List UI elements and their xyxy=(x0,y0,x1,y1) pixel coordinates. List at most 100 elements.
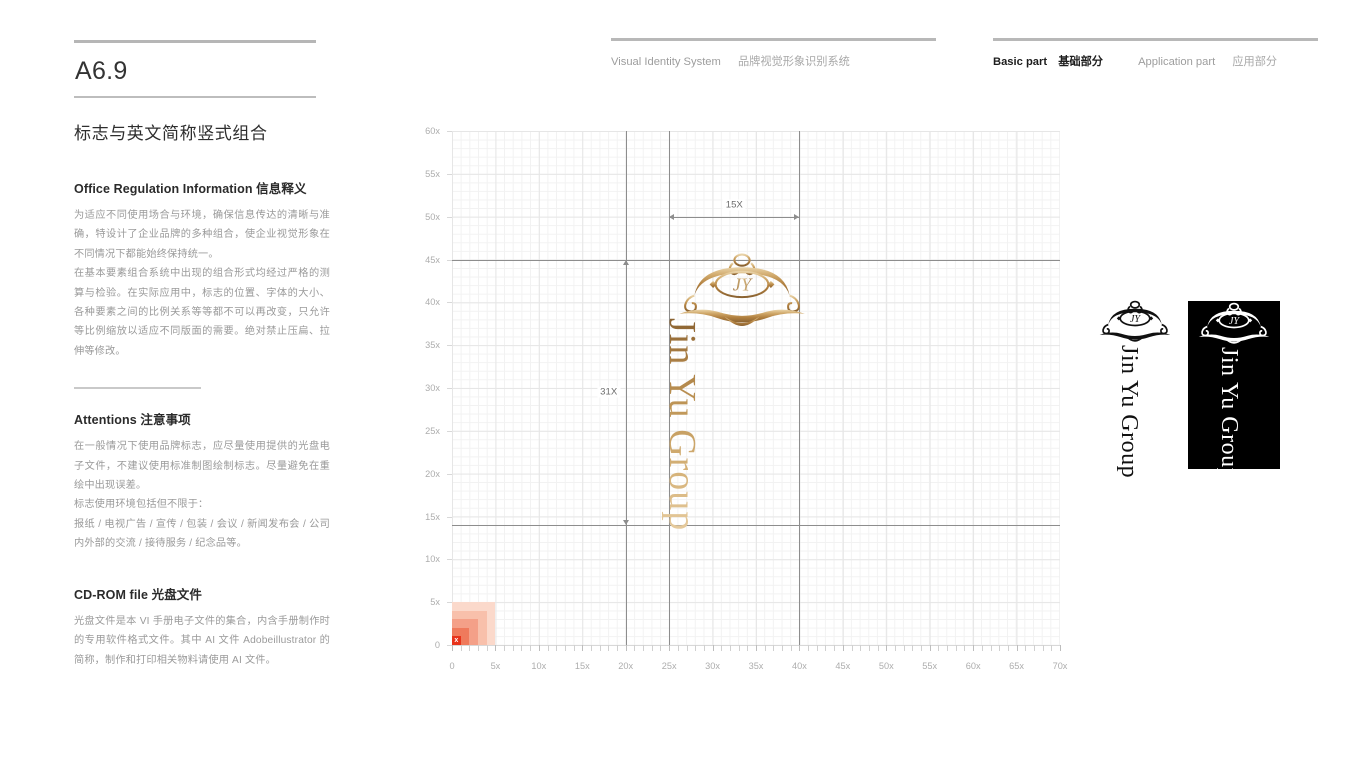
x-tick xyxy=(808,645,810,651)
x-tick xyxy=(912,645,914,651)
vi-manual-page: A6.9 标志与英文简称竖式组合 Office Regulation Infor… xyxy=(0,0,1366,768)
crest-wrap: JY xyxy=(1197,302,1271,350)
block-body: 为适应不同使用场合与环境，确保信息传达的清晰与准确，特设计了企业品牌的多种组合，… xyxy=(74,206,330,361)
block-heading-cn: 光盘文件 xyxy=(151,587,202,602)
x-tick-label: 10x xyxy=(531,661,547,671)
x-tick-label: 60x xyxy=(965,661,981,671)
y-tick-label: 45x xyxy=(425,254,440,265)
header-rule xyxy=(611,38,936,41)
x-tick xyxy=(842,645,844,651)
block-heading-cn: 注意事项 xyxy=(140,413,191,428)
x-tick xyxy=(573,645,575,651)
x-tick-label: 45x xyxy=(835,661,851,671)
block-heading: Office Regulation Information 信息释义 xyxy=(74,178,332,197)
x-tick xyxy=(530,645,532,651)
x-tick xyxy=(921,645,923,651)
dimension-line xyxy=(623,259,630,526)
x-tick xyxy=(738,645,740,651)
variant-wordmark: Jin Yu Group xyxy=(1116,345,1142,479)
info-block-cdrom: CD-ROM file 光盘文件 光盘文件是本 VI 手册电子文件的集合，内含手… xyxy=(74,584,332,670)
x-tick xyxy=(721,645,723,651)
page-code: A6.9 xyxy=(75,57,128,85)
x-tick-label: 65x xyxy=(1009,661,1024,671)
dimension-label: 31X xyxy=(597,386,621,398)
y-tick-label: 60x xyxy=(425,126,440,136)
block-body: 在一般情况下使用品牌标志，应尽量使用提供的光盘电子文件，不建议使用标准制图绘制标… xyxy=(74,437,330,553)
x-tick xyxy=(695,645,697,651)
page-title: 标志与英文简称竖式组合 xyxy=(74,124,268,143)
x-tick xyxy=(756,645,757,651)
y-tick-label: 20x xyxy=(425,468,440,479)
x-tick xyxy=(703,645,705,651)
block-heading-en: CD-ROM file xyxy=(74,587,152,602)
x-tick xyxy=(773,645,775,651)
y-tick xyxy=(447,173,452,175)
x-tick-label: 5x xyxy=(490,661,501,671)
x-tick xyxy=(677,645,679,651)
y-tick-label: 25x xyxy=(425,425,440,436)
paragraph: 光盘文件是本 VI 手册电子文件的集合，内含手册制作时的专用软件格式文件。其中 … xyxy=(74,615,330,666)
nav-application-part-cn[interactable]: 应用部分 xyxy=(1232,56,1277,68)
x-tick xyxy=(860,645,862,651)
x-tick xyxy=(955,645,957,651)
header-system-cn: 品牌视觉形象识别系统 xyxy=(737,55,850,68)
x-tick xyxy=(564,645,566,651)
svg-text:JY: JY xyxy=(1130,314,1142,325)
x-tick xyxy=(973,645,975,651)
x-tick-label: 55x xyxy=(922,661,938,671)
origin-marker: x xyxy=(454,637,459,645)
x-tick-label: 50x xyxy=(878,661,894,671)
block-heading-cn: 信息释义 xyxy=(256,182,307,196)
nav-application-part-en[interactable]: Application part xyxy=(1138,56,1215,68)
x-tick xyxy=(495,645,497,651)
y-tick-label: 35x xyxy=(425,340,440,351)
x-tick xyxy=(512,645,514,651)
x-tick xyxy=(764,645,766,651)
block-divider xyxy=(74,387,201,390)
x-tick xyxy=(825,645,827,651)
paragraph: 在一般情况下使用品牌标志，应尽量使用提供的光盘电子文件，不建议使用标准制图绘制标… xyxy=(74,441,330,492)
construction-grid-chart: x 15X 31X 0 5x 10x 15x 20x 25x 30x 35x 40x 45x 50x 5… xyxy=(425,126,1067,671)
nav-basic-part-cn[interactable]: 基础部分 xyxy=(1058,56,1103,68)
x-tick xyxy=(608,645,610,651)
y-tick xyxy=(447,473,452,475)
x-tick xyxy=(669,645,671,651)
dimension-label: 15X xyxy=(722,199,746,211)
x-tick xyxy=(981,645,983,651)
page-code-bottom-rule xyxy=(74,96,316,98)
page-code-top-rule xyxy=(74,40,316,43)
header-row: Visual Identity System 品牌视觉形象识别系统 xyxy=(611,53,936,69)
block-heading-en: Attentions xyxy=(74,413,141,428)
x-tick xyxy=(790,645,792,651)
x-tick xyxy=(590,645,592,651)
y-tick xyxy=(447,388,452,389)
y-tick xyxy=(447,602,452,604)
logo-variant-reversed-white: JY Jin Yu Group xyxy=(1188,301,1280,480)
x-tick xyxy=(1042,645,1044,651)
vertical-guide xyxy=(799,131,801,645)
x-tick xyxy=(816,645,818,651)
x-axis-ticks xyxy=(452,645,1061,651)
x-tick xyxy=(634,645,636,651)
header-system-label: Visual Identity System 品牌视觉形象识别系统 xyxy=(611,38,936,69)
x-tick xyxy=(625,645,627,651)
svg-text:JY: JY xyxy=(1229,316,1241,327)
nav-basic-part-en[interactable]: Basic part xyxy=(993,56,1047,68)
x-tick xyxy=(504,645,506,651)
logo-wordmark: Jin Yu Group xyxy=(661,318,703,532)
block-heading: Attentions 注意事项 xyxy=(74,409,332,428)
x-tick xyxy=(599,645,601,651)
y-tick xyxy=(447,216,452,218)
y-tick-label: 30x xyxy=(425,383,440,393)
x-tick xyxy=(1060,645,1061,651)
x-tick xyxy=(1007,645,1009,651)
x-tick xyxy=(617,645,619,651)
crest-icon: JY xyxy=(1099,300,1171,342)
y-tick-label: 0 xyxy=(434,640,440,650)
y-tick-label: 50x xyxy=(425,211,440,222)
x-tick xyxy=(452,645,453,651)
x-tick xyxy=(521,645,523,651)
x-tick xyxy=(660,645,662,651)
y-tick xyxy=(447,259,452,261)
x-tick xyxy=(1033,645,1035,651)
